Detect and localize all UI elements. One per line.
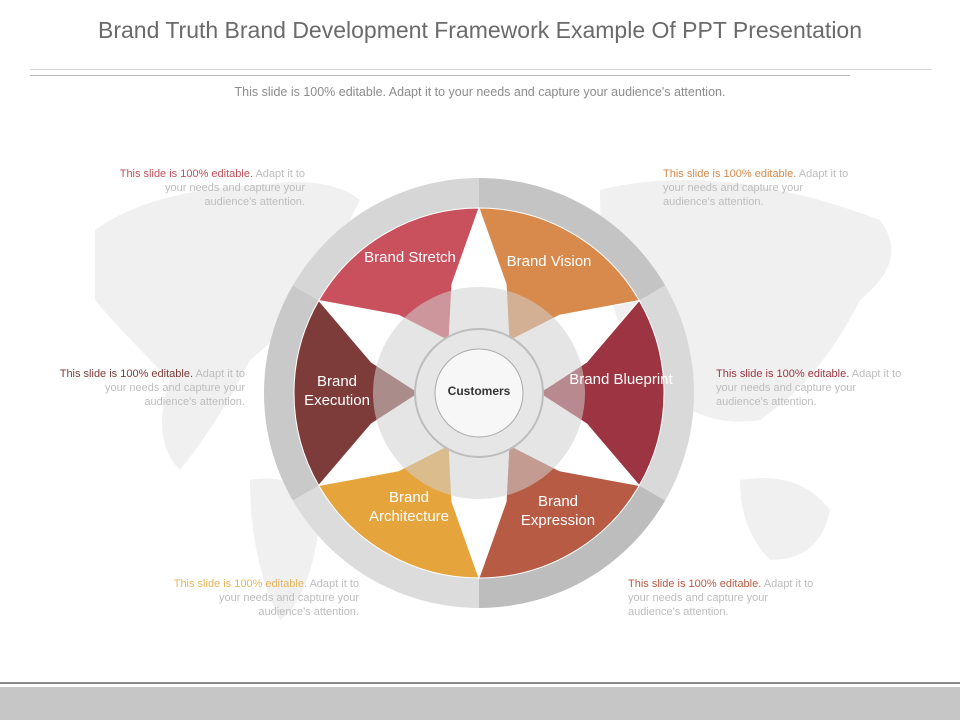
segment-label-brand-blueprint: Brand Blueprint [569,371,673,388]
note-bottom-left: This slide is 100% editable. Adapt it to… [169,577,359,619]
note-lead: This slide is 100% editable. [119,168,254,180]
note-top-left: This slide is 100% editable. Adapt it to… [115,167,305,209]
footer-bar [0,687,960,720]
center-label-customers: Customers [447,384,511,398]
note-bottom-right: This slide is 100% editable. Adapt it to… [628,577,818,619]
segment-label-brand-vision: Brand Vision [506,253,592,270]
footer-line [0,682,960,684]
note-lead: This slide is 100% editable. [716,368,850,380]
note-top-right: This slide is 100% editable. Adapt it to… [663,167,853,209]
note-lead: This slide is 100% editable. [173,578,308,590]
note-middle-left: This slide is 100% editable. Adapt it to… [55,367,245,409]
segment-label-brand-stretch: Brand Stretch [364,249,456,266]
note-lead: This slide is 100% editable. [628,578,762,590]
segment-label-brand-execution: Brand Execution [304,373,370,409]
note-lead: This slide is 100% editable. [59,368,194,380]
note-lead: This slide is 100% editable. [663,168,797,180]
segment-label-brand-expression: Brand Expression [520,493,596,529]
note-middle-right: This slide is 100% editable. Adapt it to… [716,367,906,409]
segment-label-brand-architecture: Brand Architecture [368,489,450,525]
